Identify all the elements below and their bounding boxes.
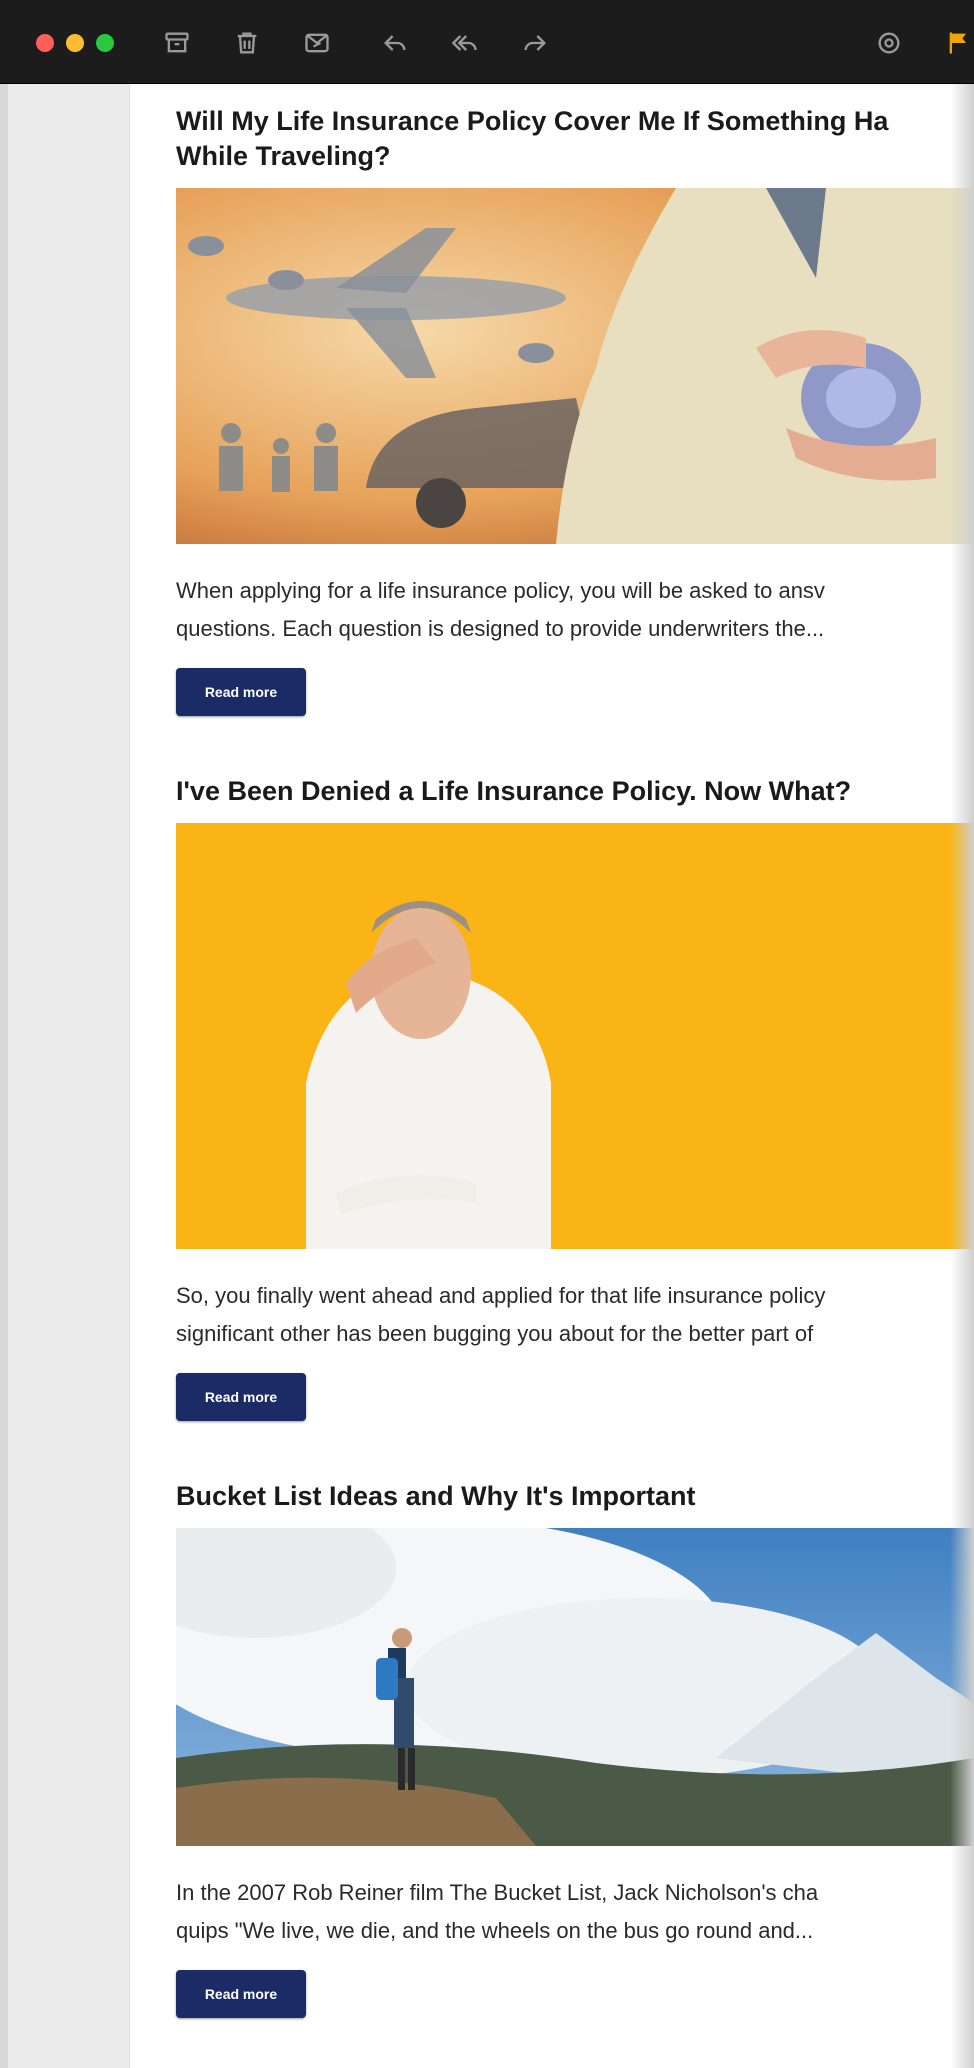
close-window-button[interactable] <box>36 34 54 52</box>
article-excerpt-line1: So, you finally went ahead and applied f… <box>176 1283 826 1308</box>
mail-toolbar <box>0 0 974 84</box>
flag-icon[interactable] <box>942 26 974 60</box>
article-image-travel[interactable] <box>176 188 974 544</box>
article-title-line1: Will My Life Insurance Policy Cover Me I… <box>176 106 889 136</box>
article-excerpt: So, you finally went ahead and applied f… <box>176 1277 974 1353</box>
mountain-hiker-photo <box>176 1528 974 1846</box>
window-left-edge <box>0 84 8 2068</box>
forward-icon[interactable] <box>518 26 552 60</box>
article-title[interactable]: Bucket List Ideas and Why It's Important <box>176 1479 974 1514</box>
reply-all-icon[interactable] <box>448 26 482 60</box>
archive-icon[interactable] <box>160 26 194 60</box>
article-title[interactable]: I've Been Denied a Life Insurance Policy… <box>176 774 974 809</box>
article-title-line2: While Traveling? <box>176 141 391 171</box>
article-excerpt: When applying for a life insurance polic… <box>176 572 974 648</box>
article-image-bucket-list[interactable] <box>176 1528 974 1846</box>
reply-icon[interactable] <box>378 26 412 60</box>
read-more-button[interactable]: Read more <box>176 1373 306 1421</box>
settings-icon[interactable] <box>872 26 906 60</box>
article-title-line1: I've Been Denied a Life Insurance Policy… <box>176 776 852 806</box>
travel-insurance-illustration <box>176 188 974 544</box>
trash-icon[interactable] <box>230 26 264 60</box>
article-excerpt-line2: questions. Each question is designed to … <box>176 616 825 641</box>
article-title[interactable]: Will My Life Insurance Policy Cover Me I… <box>176 104 974 174</box>
article-image-denied[interactable] <box>176 823 974 1249</box>
read-more-button[interactable]: Read more <box>176 668 306 716</box>
minimize-window-button[interactable] <box>66 34 84 52</box>
window-right-edge <box>950 84 974 2068</box>
article-excerpt-line1: When applying for a life insurance polic… <box>176 578 825 603</box>
article-denied-policy: I've Been Denied a Life Insurance Policy… <box>176 774 974 1421</box>
article-excerpt-line1: In the 2007 Rob Reiner film The Bucket L… <box>176 1880 819 1905</box>
article-bucket-list: Bucket List Ideas and Why It's Important <box>176 1479 974 2018</box>
mail-window: Will My Life Insurance Policy Cover Me I… <box>0 0 974 2068</box>
read-more-button[interactable]: Read more <box>176 1970 306 2018</box>
article-excerpt-line2: quips "We live, we die, and the wheels o… <box>176 1918 814 1943</box>
zoom-window-button[interactable] <box>96 34 114 52</box>
article-title-line1: Bucket List Ideas and Why It's Important <box>176 1481 696 1511</box>
message-body: Will My Life Insurance Policy Cover Me I… <box>176 84 974 2018</box>
junk-icon[interactable] <box>300 26 334 60</box>
mail-sidebar <box>0 84 130 2068</box>
article-travel-insurance: Will My Life Insurance Policy Cover Me I… <box>176 104 974 716</box>
article-excerpt-line2: significant other has been bugging you a… <box>176 1321 814 1346</box>
article-excerpt: In the 2007 Rob Reiner film The Bucket L… <box>176 1874 974 1950</box>
stressed-man-photo <box>176 823 974 1249</box>
